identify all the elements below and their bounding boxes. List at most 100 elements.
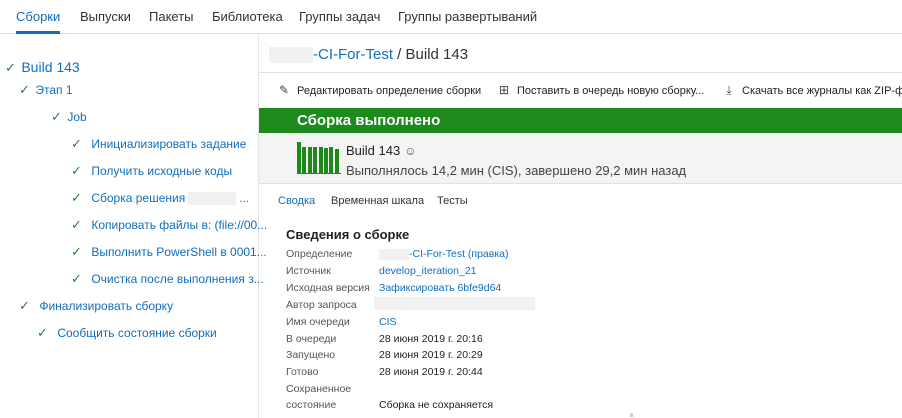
- tree-step-label: Сборка решения: [91, 191, 186, 205]
- build-history-bar[interactable]: [318, 147, 323, 174]
- scroll-mark: [630, 413, 633, 417]
- detail-key: состояние: [286, 399, 337, 411]
- detail-key: Источник: [286, 265, 331, 277]
- tab-timeline[interactable]: Временная шкала: [331, 195, 424, 207]
- tab-library[interactable]: Библиотека: [212, 0, 283, 33]
- tree-node-label: Финализировать сборку: [39, 299, 174, 313]
- check-icon: ✓: [37, 325, 48, 340]
- build-history-bars[interactable]: [297, 140, 341, 174]
- build-history-bar[interactable]: [324, 148, 328, 174]
- tab-deployment-groups[interactable]: Группы развертываний: [398, 0, 537, 33]
- tree-node-label: Build 143: [21, 59, 80, 75]
- tab-tests[interactable]: Тесты: [437, 195, 468, 207]
- edit-definition-button[interactable]: ✎ Редактировать определение сборки: [277, 80, 481, 100]
- top-navigation: Сборки Выпуски Пакеты Библиотека Группы …: [0, 0, 902, 34]
- tree-step-label: Инициализировать задание: [91, 137, 247, 151]
- tab-packages[interactable]: Пакеты: [149, 0, 194, 33]
- build-history-bar[interactable]: [334, 149, 339, 174]
- queue-build-label: Поставить в очередь новую сборку...: [517, 85, 705, 97]
- redacted-text: [269, 47, 313, 64]
- tree-step-copy-files[interactable]: ✓ Копировать файлы в: (file://00...: [71, 217, 267, 233]
- detail-key: Исходная версия: [286, 282, 370, 294]
- tree-node-label: Job: [67, 110, 87, 124]
- redacted-requester: [374, 297, 535, 310]
- redacted-text: [188, 192, 237, 206]
- queue-build-button[interactable]: ⊞ Поставить в очередь новую сборку...: [497, 80, 704, 100]
- detail-key: В очереди: [286, 333, 337, 345]
- queue-icon: ⊞: [498, 83, 510, 97]
- check-icon: ✓: [71, 190, 82, 205]
- tree-node-label: Этап 1: [35, 83, 73, 97]
- tree-node-report-status[interactable]: ✓ Сообщить состояние сборки: [37, 325, 217, 341]
- edit-definition-label: Редактировать определение сборки: [297, 85, 482, 97]
- download-logs-label: Скачать все журналы как ZIP-фа: [742, 85, 902, 97]
- tree-node-label: Сообщить состояние сборки: [57, 326, 217, 340]
- tree-node-job[interactable]: ✓ Job: [51, 109, 87, 125]
- tree-step-powershell[interactable]: ✓ Выполнить PowerShell в 0001...: [71, 244, 267, 260]
- detail-value: Сборка не сохраняется: [379, 399, 494, 411]
- detail-value: 28 июня 2019 г. 20:29: [379, 349, 483, 361]
- build-history-bar[interactable]: [313, 147, 318, 174]
- breadcrumb-build: Build 143: [405, 46, 469, 63]
- tree-step-label: Копировать файлы в: (file://00...: [91, 218, 268, 232]
- breadcrumb-separator: /: [393, 46, 406, 63]
- tree-step-label: Получить исходные коды: [91, 164, 233, 178]
- detail-key: Запущено: [286, 349, 336, 361]
- status-banner-text: Сборка выполнено: [297, 112, 441, 129]
- tab-summary[interactable]: Сводка: [278, 195, 315, 207]
- check-icon: ✓: [71, 244, 82, 259]
- toolbar: ✎ Редактировать определение сборки ⊞ Поста…: [269, 80, 902, 100]
- horizontal-scrollbar[interactable]: [259, 412, 902, 418]
- tree-node-stage[interactable]: ✓ Этап 1: [19, 82, 73, 98]
- divider: [259, 72, 902, 73]
- check-icon: ✓: [19, 298, 30, 313]
- detail-key: Готово: [286, 366, 319, 378]
- build-history-bar[interactable]: [307, 147, 312, 174]
- tree-step-get-sources[interactable]: ✓ Получить исходные коды: [71, 163, 232, 179]
- pencil-icon: ✎: [278, 83, 290, 97]
- check-icon: ✓: [19, 82, 30, 97]
- tree-step-init[interactable]: ✓ Инициализировать задание: [71, 136, 246, 152]
- check-icon: ✓: [71, 217, 82, 232]
- tab-builds[interactable]: Сборки: [16, 0, 61, 34]
- tree-step-label: Очистка после выполнения з...: [91, 272, 264, 286]
- tree-step-cleanup[interactable]: ✓ Очистка после выполнения з...: [71, 271, 264, 287]
- status-banner: Сборка выполнено: [259, 108, 902, 133]
- tree-step-ellipsis: ...: [239, 191, 250, 205]
- tab-releases[interactable]: Выпуски: [80, 0, 131, 33]
- detail-key: Определение: [286, 248, 353, 260]
- tree-step-label: Выполнить PowerShell в 0001...: [91, 245, 267, 259]
- tree-node-finalize[interactable]: ✓ Финализировать сборку: [19, 298, 173, 314]
- download-logs-button[interactable]: ⤓ Скачать все журналы как ZIP-фа: [722, 80, 902, 100]
- check-icon: ✓: [71, 136, 82, 151]
- check-icon: ✓: [71, 271, 82, 286]
- detail-value: 28 июня 2019 г. 20:16: [379, 333, 483, 345]
- build-history-bar[interactable]: [302, 147, 307, 174]
- details-section-title: Сведения о сборке: [286, 227, 410, 242]
- detail-key: Сохраненное: [286, 383, 352, 395]
- build-history-bar[interactable]: [297, 142, 301, 174]
- check-icon: ✓: [51, 109, 62, 124]
- source-branch-link[interactable]: develop_iteration_21: [379, 265, 477, 277]
- check-icon: ✓: [5, 60, 16, 75]
- detail-value-definition[interactable]: -CI-For-Test (правка): [379, 248, 509, 260]
- definition-link: -CI-For-Test (правка): [409, 248, 509, 260]
- tree-step-build-solution[interactable]: ✓ Сборка решения...: [71, 190, 249, 206]
- check-icon: ✓: [71, 163, 82, 178]
- detail-key: Автор запроса: [286, 299, 357, 311]
- person-icon: ☺: [404, 144, 417, 158]
- build-summary-subtitle: Выполнялось 14,2 мин (CIS), завершено 29…: [346, 163, 687, 178]
- build-history-bar[interactable]: [329, 147, 334, 174]
- redacted-text: [379, 248, 409, 260]
- build-summary-title: Build 143 ☺: [346, 143, 416, 158]
- detail-value: 28 июня 2019 г. 20:44: [379, 366, 483, 378]
- download-icon: ⤓: [726, 83, 732, 97]
- tab-task-groups[interactable]: Группы задач: [299, 0, 380, 33]
- detail-key: Имя очереди: [286, 316, 350, 328]
- commit-link[interactable]: Зафиксировать 6bfe9d64: [379, 282, 501, 294]
- breadcrumb-pipeline-link[interactable]: -CI-For-Test: [313, 46, 393, 63]
- breadcrumb: -CI-For-Test / Build 143: [269, 46, 469, 64]
- queue-link[interactable]: CIS: [379, 316, 397, 328]
- tree-node-build[interactable]: ✓ Build 143: [5, 59, 80, 76]
- build-number: Build 143: [346, 143, 401, 158]
